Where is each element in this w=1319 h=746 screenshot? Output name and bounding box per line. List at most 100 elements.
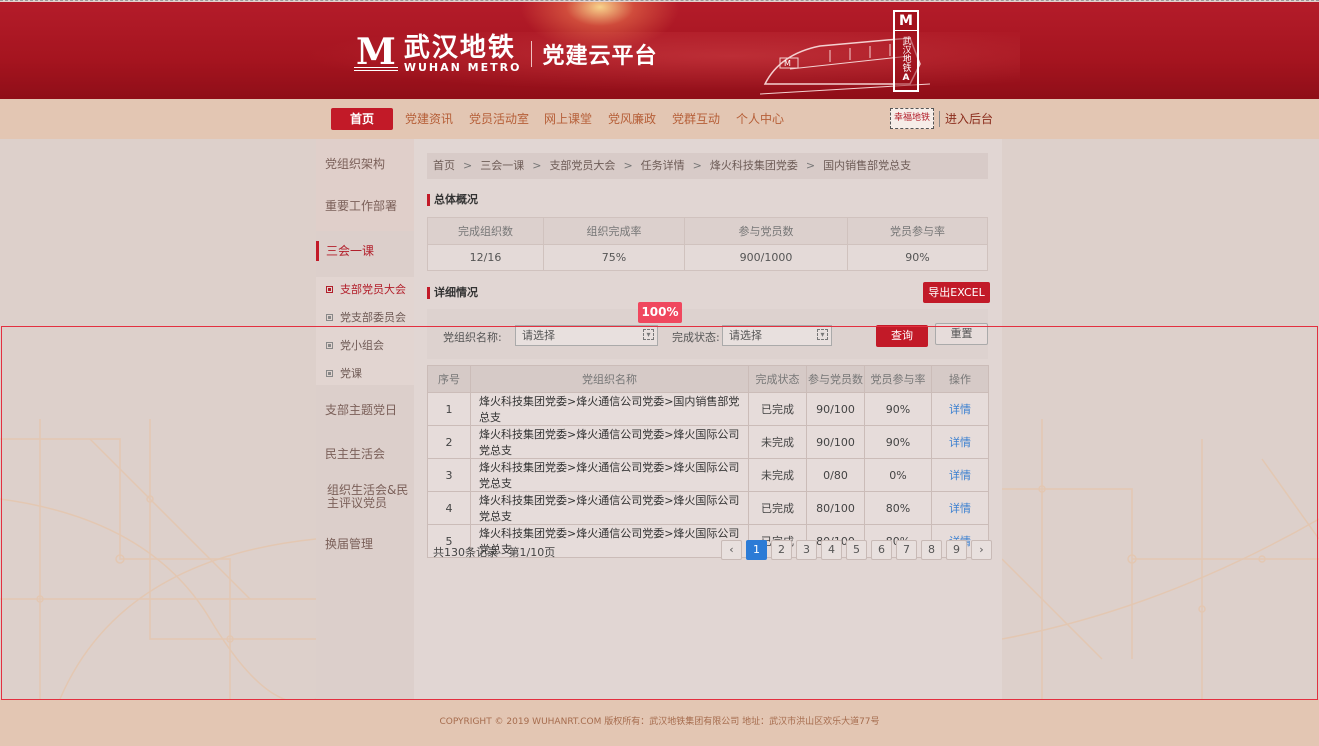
page-button[interactable]: 4 — [821, 540, 842, 560]
row-detail-link[interactable]: 详情 — [931, 491, 989, 525]
sidebar-item-three-meetings[interactable]: 三会一课 — [316, 241, 414, 261]
status-select[interactable]: 请选择 ▾ — [722, 325, 832, 346]
breadcrumb-item[interactable]: 支部党员大会 — [549, 153, 615, 179]
chevron-right-icon: > — [805, 159, 816, 172]
filter-bar: 党组织名称: 请选择 ▾ 完成状态: 请选择 ▾ 查询 重置 — [427, 309, 988, 359]
nav-item-news[interactable]: 党建资讯 — [405, 108, 453, 130]
nav-item-interaction[interactable]: 党群互动 — [672, 108, 720, 130]
sidebar-submenu: 支部党员大会 党支部委员会 党小组会 党课 — [316, 277, 414, 385]
sidebar-item-theme-day[interactable]: 支部主题党日 — [325, 401, 397, 418]
breadcrumb-item: 国内销售部党总支 — [823, 159, 912, 172]
status-label: 完成状态: — [672, 331, 720, 344]
bullet-icon — [326, 313, 333, 321]
logo-text: 武汉地铁 WUHAN METRO — [404, 34, 522, 74]
table-row: 4 烽火科技集团党委>烽火通信公司党委>烽火国际公司党总支 已完成 80/100… — [427, 491, 989, 525]
summary-value: 900/1000 — [684, 244, 848, 271]
happy-metro-stamp: 幸福地铁 — [890, 108, 934, 129]
breadcrumb-item[interactable]: 烽火科技集团党委 — [710, 153, 798, 179]
sidebar-item-org-life[interactable]: 组织生活会&民主评议党员 — [327, 484, 411, 510]
sidebar-subitem-committee[interactable]: 党支部委员会 — [326, 309, 406, 325]
row-members: 0/80 — [806, 458, 865, 492]
chevron-right-icon: › — [979, 543, 984, 556]
column-header: 完成状态 — [748, 365, 807, 393]
nav-item-activity-room[interactable]: 党员活动室 — [469, 108, 529, 130]
svg-text:M: M — [784, 59, 791, 68]
row-org-name: 烽火科技集团党委>烽火通信公司党委>烽火国际公司党总支 — [470, 491, 749, 525]
sidebar-subitem-party-class[interactable]: 党课 — [326, 365, 362, 381]
nav-item-home[interactable]: 首页 — [331, 108, 393, 130]
metro-logo-mark: M — [354, 31, 398, 73]
reset-button[interactable]: 重置 — [935, 323, 988, 345]
column-header: 操作 — [931, 365, 989, 393]
export-excel-button[interactable]: 导出EXCEL — [923, 282, 990, 303]
row-members: 80/100 — [806, 491, 865, 525]
breadcrumb: 首页 > 三会一课 > 支部党员大会 > 任务详情 > 烽火科技集团党委 > 国内销售部党… — [427, 153, 988, 179]
sidebar-item-democratic-life[interactable]: 民主生活会 — [325, 445, 385, 462]
row-index: 1 — [427, 392, 471, 426]
row-detail-link[interactable]: 详情 — [931, 425, 989, 459]
row-rate: 0% — [864, 458, 932, 492]
zoom-indicator: 100% — [638, 302, 682, 323]
table-row: 2 烽火科技集团党委>烽火通信公司党委>烽火国际公司党总支 未完成 90/100… — [427, 425, 989, 459]
next-page-button[interactable]: › — [971, 540, 992, 560]
metro-map-decoration — [0, 419, 316, 699]
row-rate: 90% — [864, 392, 932, 426]
prev-page-button[interactable]: ‹ — [721, 540, 742, 560]
sidebar-item-org-structure[interactable]: 党组织架构 — [325, 155, 385, 172]
nav-item-online-class[interactable]: 网上课堂 — [544, 108, 592, 130]
logo-en: WUHAN METRO — [403, 61, 522, 74]
column-header: 参与党员数 — [806, 365, 865, 393]
sidebar-subitem-group-meeting[interactable]: 党小组会 — [326, 337, 384, 353]
page-button[interactable]: 5 — [846, 540, 867, 560]
site-footer: COPYRIGHT © 2019 WUHANRT.COM 版权所有：武汉地铁集团… — [0, 699, 1319, 746]
org-name-value: 请选择 — [522, 329, 555, 342]
site-logo[interactable]: M 武汉地铁 WUHAN METRO 党建云平台 — [354, 34, 657, 74]
sidebar-item-key-work[interactable]: 重要工作部署 — [325, 197, 397, 214]
summary-header: 完成组织数 — [427, 217, 544, 245]
chevron-right-icon: > — [623, 159, 633, 172]
page-button[interactable]: 3 — [796, 540, 817, 560]
page-button[interactable]: 7 — [896, 540, 917, 560]
row-detail-link[interactable]: 详情 — [931, 458, 989, 492]
row-status: 未完成 — [748, 458, 807, 492]
total-records: 共130条记录 — [433, 546, 498, 559]
page-button[interactable]: 6 — [871, 540, 892, 560]
nav-item-personal-center[interactable]: 个人中心 — [736, 108, 784, 130]
detail-table: 序号 党组织名称 完成状态 参与党员数 党员参与率 操作 1 烽火科技集团党委>… — [427, 365, 989, 558]
logo-cn: 武汉地铁 — [403, 33, 516, 63]
page-indicator: 第1/10页 — [508, 546, 556, 559]
row-status: 未完成 — [748, 425, 807, 459]
breadcrumb-item[interactable]: 任务详情 — [641, 153, 685, 179]
chevron-left-icon: ‹ — [729, 543, 734, 556]
chevron-right-icon: > — [532, 159, 542, 172]
page-button[interactable]: 9 — [946, 540, 967, 560]
breadcrumb-item[interactable]: 三会一课 — [480, 153, 524, 179]
page-button[interactable]: 8 — [921, 540, 942, 560]
dropdown-icon: ▾ — [643, 329, 654, 340]
row-detail-link[interactable]: 详情 — [931, 392, 989, 426]
row-index: 2 — [427, 425, 471, 459]
summary-value: 75% — [543, 244, 685, 271]
table-row: 1 烽火科技集团党委>烽火通信公司党委>国内销售部党总支 已完成 90/100 … — [427, 392, 989, 426]
station-sign-text: 武汉地铁 — [900, 36, 911, 72]
row-members: 90/100 — [806, 392, 865, 426]
table-header-row: 序号 党组织名称 完成状态 参与党员数 党员参与率 操作 — [427, 365, 989, 393]
metro-map-decoration — [1002, 419, 1319, 699]
row-status: 已完成 — [748, 392, 807, 426]
page-button[interactable]: 2 — [771, 540, 792, 560]
row-members: 90/100 — [806, 425, 865, 459]
row-rate: 90% — [864, 425, 932, 459]
sidebar-subitem-branch-meeting[interactable]: 支部党员大会 — [326, 281, 406, 297]
admin-link[interactable]: 进入后台 — [945, 108, 993, 130]
breadcrumb-item[interactable]: 首页 — [433, 153, 455, 179]
summary-title: 总体概况 — [427, 194, 478, 206]
org-name-select[interactable]: 请选择 ▾ — [515, 325, 658, 346]
sidebar-subitem-label: 党支部委员会 — [340, 311, 406, 324]
nav-item-integrity[interactable]: 党风廉政 — [608, 108, 656, 130]
pagination: ‹ 1 2 3 4 5 6 7 8 9 › — [721, 540, 992, 560]
row-rate: 80% — [864, 491, 932, 525]
summary-table: 完成组织数 组织完成率 参与党员数 党员参与率 12/16 75% 900/10… — [427, 217, 988, 271]
query-button[interactable]: 查询 — [876, 325, 928, 347]
sidebar-item-election[interactable]: 换届管理 — [325, 535, 373, 552]
page-button[interactable]: 1 — [746, 540, 767, 560]
